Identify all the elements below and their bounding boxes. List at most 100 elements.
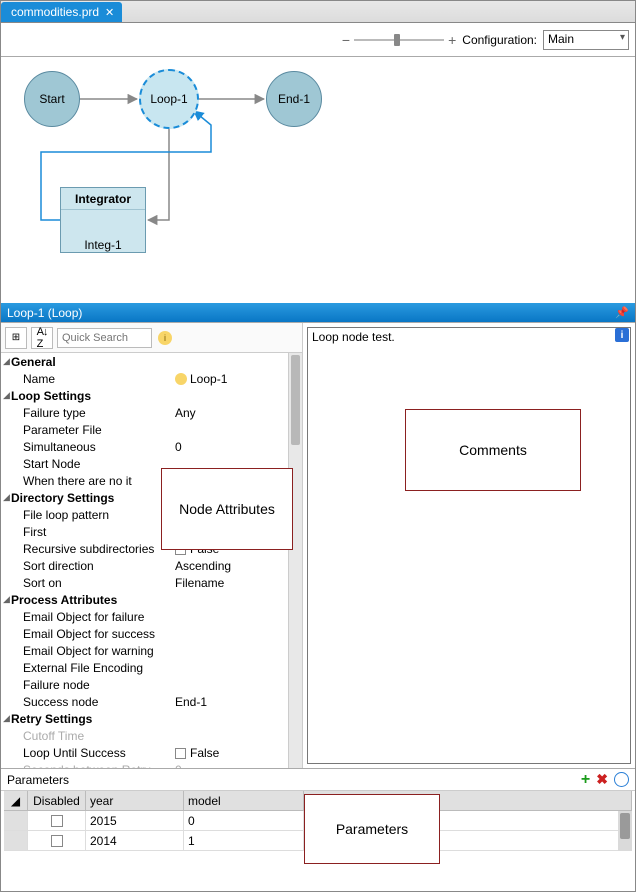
corner-cell[interactable]: ◢ <box>4 791 28 811</box>
prop-cutoff-label: Cutoff Time <box>1 729 171 743</box>
scroll-thumb[interactable] <box>291 355 300 445</box>
refresh-icon[interactable] <box>614 772 629 787</box>
prop-sort-on-label: Sort on <box>1 576 171 590</box>
scroll-thumb[interactable] <box>620 813 630 839</box>
comment-textarea[interactable]: Loop node test. <box>307 327 631 764</box>
zoom-slider[interactable]: − + <box>342 32 456 48</box>
config-value: Main <box>548 32 574 46</box>
group-general[interactable]: General <box>1 355 171 369</box>
row-selector[interactable] <box>4 811 28 831</box>
prop-recursive-label: Recursive subdirectories <box>1 542 171 556</box>
checkbox-icon[interactable] <box>51 815 63 827</box>
scrollbar[interactable] <box>618 811 632 851</box>
integrator-label: Integ-1 <box>84 238 121 252</box>
info-icon[interactable]: i <box>158 331 172 345</box>
comments-pane: i Loop node test. <box>303 323 635 768</box>
add-icon[interactable]: + <box>581 771 590 789</box>
node-integrator[interactable]: Integrator Integ-1 <box>60 187 146 253</box>
slider-track[interactable] <box>354 39 444 41</box>
prop-email-succ-label: Email Object for success <box>1 627 171 641</box>
cell-model[interactable]: 1 <box>184 831 304 851</box>
info-icon[interactable]: i <box>615 328 629 342</box>
properties-panel-header: Loop-1 (Loop) 📌 <box>1 303 635 322</box>
minus-icon[interactable]: − <box>342 32 350 48</box>
prop-start-node-label: Start Node <box>1 457 171 471</box>
prop-when-no-label: When there are no it <box>1 474 171 488</box>
prop-loop-until-label: Loop Until Success <box>1 746 171 760</box>
tab-strip: commodities.prd ✕ <box>1 1 635 23</box>
group-directory-settings[interactable]: Directory Settings <box>1 491 171 505</box>
tab-label: commodities.prd <box>11 5 99 19</box>
prop-simultaneous-value[interactable]: 0 <box>171 440 288 454</box>
sort-button[interactable]: A↓Z <box>31 327 53 349</box>
prop-param-file-label: Parameter File <box>1 423 171 437</box>
properties-area: ⊞ A↓Z i ◢General NameLoop-1 ◢Loop Settin… <box>1 322 635 769</box>
config-select[interactable]: Main <box>543 30 629 50</box>
prop-file-loop-label: File loop pattern <box>1 508 171 522</box>
prop-seconds-label: Seconds between Retry <box>1 763 171 769</box>
comment-text: Loop node test. <box>312 330 395 344</box>
group-retry-settings[interactable]: Retry Settings <box>1 712 171 726</box>
config-bar: − + Configuration: Main <box>1 23 635 57</box>
slider-thumb[interactable] <box>394 34 400 46</box>
integrator-title: Integrator <box>61 192 145 210</box>
search-input[interactable] <box>57 328 152 348</box>
cell-year[interactable]: 2014 <box>86 831 184 851</box>
expander-icon[interactable]: ◢ <box>2 356 11 367</box>
workflow-canvas[interactable]: Start Loop-1 End-1 Integrator Integ-1 <box>1 57 635 303</box>
node-start[interactable]: Start <box>24 71 80 127</box>
prop-sort-dir-label: Sort direction <box>1 559 171 573</box>
prop-failure-type-label: Failure type <box>1 406 171 420</box>
node-loop[interactable]: Loop-1 <box>139 69 199 129</box>
expander-icon[interactable]: ◢ <box>2 492 11 503</box>
prop-fail-node-label: Failure node <box>1 678 171 692</box>
group-loop-settings[interactable]: Loop Settings <box>1 389 171 403</box>
property-grid[interactable]: ◢General NameLoop-1 ◢Loop Settings Failu… <box>1 353 302 768</box>
cell-disabled[interactable] <box>28 831 86 851</box>
tab-commodities[interactable]: commodities.prd ✕ <box>1 2 122 22</box>
pin-icon[interactable]: 📌 <box>615 306 629 319</box>
categorize-button[interactable]: ⊞ <box>5 327 27 349</box>
expander-icon[interactable]: ◢ <box>2 713 11 724</box>
node-loop-label: Loop-1 <box>150 92 187 106</box>
cell-model[interactable]: 0 <box>184 811 304 831</box>
col-year[interactable]: year <box>86 791 184 811</box>
annotation-node-attributes: Node Attributes <box>161 468 293 550</box>
annotation-parameters: Parameters <box>304 794 440 864</box>
prop-email-fail-label: Email Object for failure <box>1 610 171 624</box>
node-start-label: Start <box>39 92 64 106</box>
expander-icon[interactable]: ◢ <box>2 594 11 605</box>
prop-loop-until-value[interactable]: False <box>171 746 288 760</box>
annotation-comments: Comments <box>405 409 581 491</box>
cell-year[interactable]: 2015 <box>86 811 184 831</box>
panel-title: Loop-1 (Loop) <box>7 306 82 320</box>
prop-sort-dir-value[interactable]: Ascending <box>171 559 288 573</box>
coin-icon <box>175 373 187 385</box>
scrollbar[interactable] <box>288 353 302 768</box>
prop-seconds-value: 0 <box>171 763 288 769</box>
row-selector[interactable] <box>4 831 28 851</box>
delete-icon[interactable]: ✖ <box>596 771 608 788</box>
prop-failure-type-value[interactable]: Any <box>171 406 288 420</box>
prop-name-value[interactable]: Loop-1 <box>171 372 288 386</box>
attributes-toolbar: ⊞ A↓Z i <box>1 323 302 353</box>
prop-ext-enc-label: External File Encoding <box>1 661 171 675</box>
col-disabled[interactable]: Disabled <box>28 791 86 811</box>
prop-succ-node-value[interactable]: End-1 <box>171 695 288 709</box>
expander-icon[interactable]: ◢ <box>2 390 11 401</box>
prop-sort-on-value[interactable]: Filename <box>171 576 288 590</box>
prop-name-label: Name <box>1 372 171 386</box>
checkbox-icon[interactable] <box>51 835 63 847</box>
parameters-title: Parameters <box>7 773 69 787</box>
cell-disabled[interactable] <box>28 811 86 831</box>
checkbox-icon[interactable] <box>175 748 186 759</box>
prop-email-warn-label: Email Object for warning <box>1 644 171 658</box>
prop-succ-node-label: Success node <box>1 695 171 709</box>
config-label: Configuration: <box>462 33 537 47</box>
col-model[interactable]: model <box>184 791 304 811</box>
node-end[interactable]: End-1 <box>266 71 322 127</box>
group-process-attributes[interactable]: Process Attributes <box>1 593 171 607</box>
close-icon[interactable]: ✕ <box>105 6 114 19</box>
prop-simultaneous-label: Simultaneous <box>1 440 171 454</box>
plus-icon[interactable]: + <box>448 32 456 48</box>
